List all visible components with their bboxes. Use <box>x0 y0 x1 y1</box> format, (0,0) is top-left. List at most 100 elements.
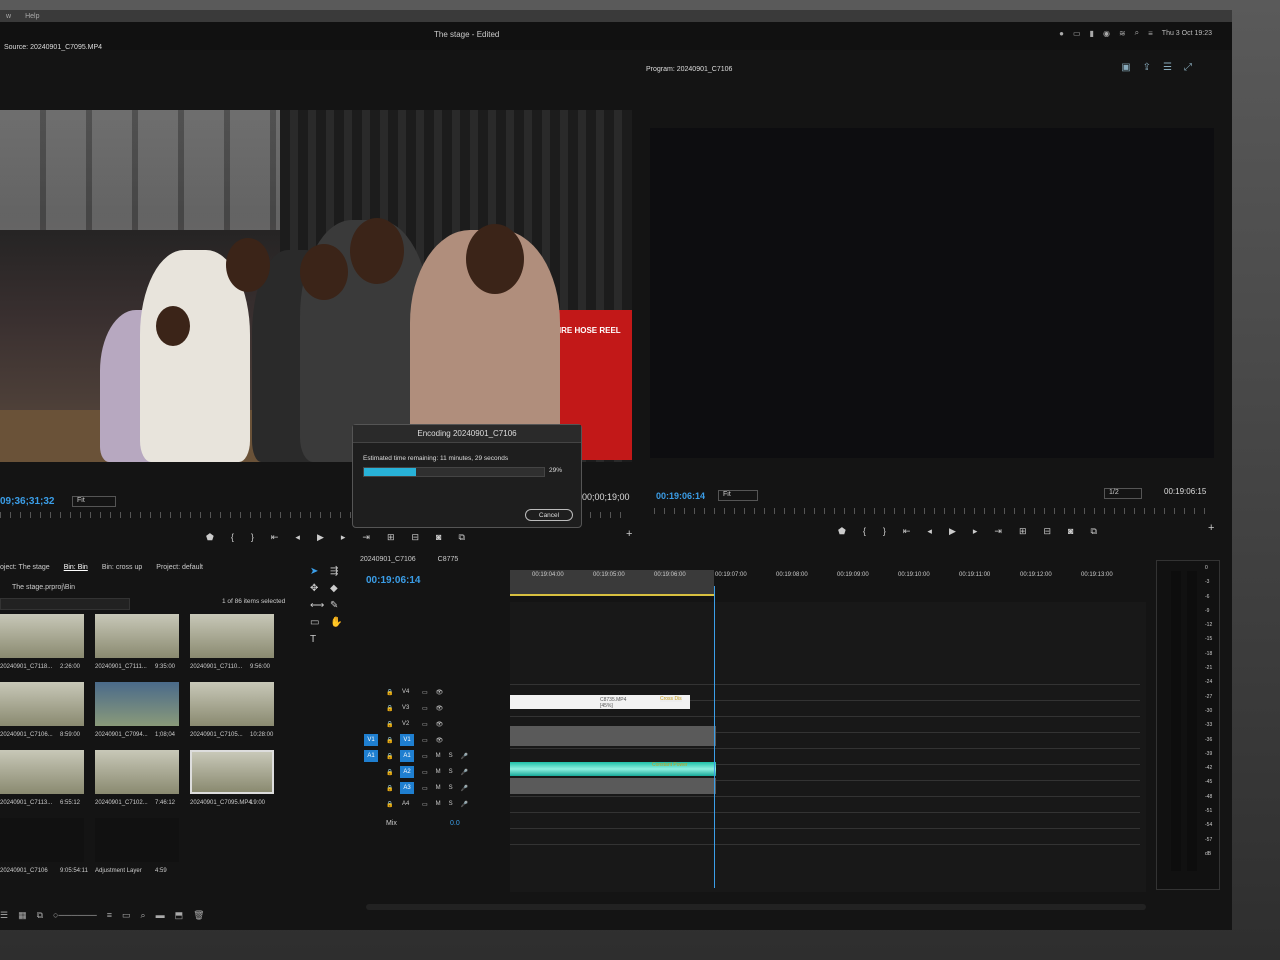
lift-icon[interactable]: ⊞ <box>1019 526 1027 537</box>
track-name[interactable]: A2 <box>400 766 414 778</box>
track-name[interactable]: V4 <box>402 689 409 695</box>
mute-icon[interactable]: M <box>436 769 441 776</box>
track-select-icon[interactable]: ⇶ <box>330 566 350 577</box>
lock-icon[interactable]: 🔒 <box>386 737 393 744</box>
freeform-view-icon[interactable]: ⧉ <box>37 910 43 921</box>
program-video-frame[interactable] <box>650 128 1214 458</box>
project-item-thumbnail[interactable] <box>0 750 84 794</box>
project-item-thumbnail[interactable] <box>95 750 179 794</box>
wifi-icon[interactable]: ≋ <box>1119 29 1126 38</box>
track-name[interactable]: V3 <box>402 705 409 711</box>
project-item-thumbnail[interactable] <box>0 818 84 862</box>
video-track-selection[interactable] <box>510 726 716 746</box>
step-forward-icon[interactable]: ▸ <box>973 526 978 537</box>
source-monitor-title[interactable]: Source: 20240901_C7095.MP4 <box>4 44 102 51</box>
project-item[interactable]: 20240901_C7106 9:05:54:11 <box>0 818 95 880</box>
track-name[interactable]: A3 <box>400 782 414 794</box>
share-icon[interactable]: ⇪ <box>1143 62 1151 73</box>
project-item-thumbnail[interactable] <box>95 614 179 658</box>
tab-sequence-main[interactable]: 20240901_C7106 <box>360 556 416 563</box>
source-timecode[interactable]: 09;36;31;32 <box>0 496 54 507</box>
export-frame-icon[interactable]: ⧉ <box>458 532 464 543</box>
project-item[interactable]: 20240901_C7102... 7:46:12 <box>95 750 190 812</box>
project-item[interactable]: 20240901_C7113... 6:55:12 <box>0 750 95 812</box>
sync-lock-icon[interactable]: ▭ <box>422 785 428 792</box>
audio-transition-label[interactable]: Constant Power <box>652 762 688 768</box>
sync-lock-icon[interactable]: ▭ <box>422 705 428 712</box>
project-search-input[interactable] <box>0 598 130 610</box>
camera-icon[interactable]: ◙ <box>1068 526 1073 537</box>
marker-icon[interactable]: ⬟ <box>206 532 214 543</box>
camera-icon[interactable]: ◙ <box>436 532 441 543</box>
project-item[interactable]: 20240901_C7110... 9:56:00 <box>190 614 285 676</box>
panel-icon[interactable]: ▣ <box>1121 62 1130 73</box>
mic-icon[interactable]: 🎤 <box>461 785 468 792</box>
zoom-slider[interactable]: ○────── <box>53 910 97 921</box>
timeline-ruler[interactable]: 00:19:04:00 00:19:05:00 00:19:06:00 00:19:0… <box>510 572 1140 586</box>
project-item[interactable]: 20240901_C7094... 1;08;04 <box>95 682 190 744</box>
eye-icon[interactable]: 👁 <box>436 689 444 696</box>
tab-project[interactable]: oject: The stage <box>0 564 50 571</box>
project-item-thumbnail[interactable] <box>190 750 274 794</box>
mark-out-icon[interactable]: } <box>883 526 886 537</box>
slip-icon[interactable]: ⟷ <box>310 600 330 611</box>
track-name[interactable]: A4 <box>402 801 409 807</box>
lock-icon[interactable]: 🔒 <box>386 769 393 776</box>
project-item-thumbnail[interactable] <box>95 682 179 726</box>
lock-icon[interactable]: 🔒 <box>386 753 393 760</box>
ripple-edit-icon[interactable]: ✥ <box>310 583 330 594</box>
lock-icon[interactable]: 🔒 <box>386 721 393 728</box>
lock-icon[interactable]: 🔒 <box>386 689 393 696</box>
sync-lock-icon[interactable]: ▭ <box>422 801 428 808</box>
track-name[interactable]: A1 <box>400 750 414 762</box>
track-name[interactable]: V1 <box>400 734 414 746</box>
go-to-out-icon[interactable]: ⇥ <box>994 526 1002 537</box>
sync-lock-icon[interactable]: ▭ <box>422 753 428 760</box>
tab-bin[interactable]: Bin: Bin <box>64 564 88 571</box>
control-center-icon[interactable]: ≡ <box>1148 29 1153 38</box>
type-icon[interactable]: T <box>310 634 330 645</box>
go-to-in-icon[interactable]: ⇤ <box>903 526 911 537</box>
play-icon[interactable]: ▶ <box>317 532 324 543</box>
program-time-ruler[interactable] <box>654 508 1214 514</box>
display-icon[interactable]: ▭ <box>1073 29 1081 38</box>
icon-view-icon[interactable]: ▦ <box>18 910 27 921</box>
search-icon[interactable]: ⌕ <box>1135 28 1139 38</box>
user-icon[interactable]: ◉ <box>1103 29 1110 38</box>
project-item[interactable]: 20240901_C7118... 2:26:00 <box>0 614 95 676</box>
go-to-in-icon[interactable]: ⇤ <box>271 532 279 543</box>
tab-sequence-c8775[interactable]: C8775 <box>438 556 459 563</box>
project-item-thumbnail[interactable] <box>0 682 84 726</box>
tab-project-default[interactable]: Project: default <box>156 564 203 571</box>
battery-icon[interactable]: ▮ <box>1090 29 1094 38</box>
source-patch-a1[interactable]: A1 <box>364 750 378 762</box>
playhead[interactable] <box>714 586 715 888</box>
mute-icon[interactable]: M <box>436 801 441 808</box>
program-timecode[interactable]: 00:19:06:14 <box>656 491 705 501</box>
razor-icon[interactable]: ◆ <box>330 583 350 594</box>
program-resolution-select[interactable]: 1/2 <box>1104 488 1142 499</box>
list-view-icon[interactable]: ☰ <box>0 910 8 921</box>
marker-icon[interactable]: ⬟ <box>838 526 846 537</box>
timeline-timecode[interactable]: 00:19:06:14 <box>366 575 420 586</box>
mic-icon[interactable]: 🎤 <box>461 769 468 776</box>
source-video-frame[interactable]: FIRE HOSE REEL <box>0 110 632 462</box>
step-back-icon[interactable]: ◂ <box>295 532 300 543</box>
mute-icon[interactable]: M <box>436 753 441 760</box>
video-clip[interactable]: C8735.MP4 [45%] Cross Dis <box>510 695 690 709</box>
project-item[interactable]: 20240901_C7095.MP4 19:00 <box>190 750 285 812</box>
sync-lock-icon[interactable]: ▭ <box>422 737 428 744</box>
compare-icon[interactable]: ⧉ <box>1090 526 1096 537</box>
insert-icon[interactable]: ⊞ <box>387 532 395 543</box>
hand-icon[interactable]: ✋ <box>330 617 350 628</box>
step-back-icon[interactable]: ◂ <box>927 526 932 537</box>
lock-icon[interactable]: 🔒 <box>386 705 393 712</box>
solo-icon[interactable]: S <box>449 801 453 808</box>
eye-icon[interactable]: 👁 <box>436 721 444 728</box>
project-item[interactable]: 20240901_C7111... 9:35:00 <box>95 614 190 676</box>
find-icon[interactable]: ⌕ <box>141 910 146 921</box>
solo-icon[interactable]: S <box>449 753 453 760</box>
overwrite-icon[interactable]: ⊟ <box>411 532 419 543</box>
step-forward-icon[interactable]: ▸ <box>341 532 346 543</box>
video-transition-label[interactable]: Cross Dis <box>660 696 682 702</box>
